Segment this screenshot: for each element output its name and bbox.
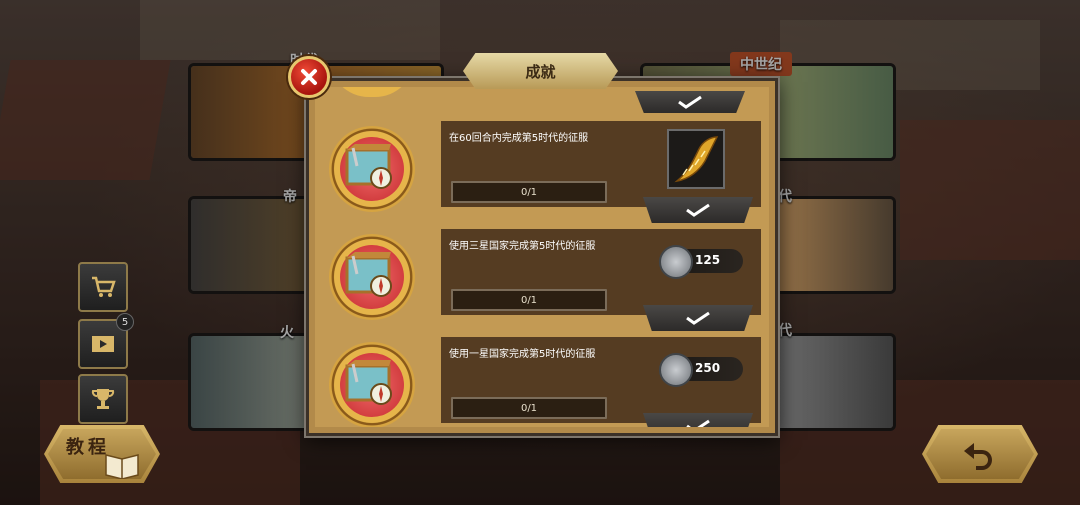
achievements-list[interactable]: 在60回合内完成第5时代的征服 0/1 使用三星国家完成第5时代的征服 0/1 … [315, 87, 769, 427]
film-icon [92, 336, 114, 352]
progress-bar: 0/1 [451, 289, 607, 311]
medal-currency-icon [659, 353, 693, 387]
achievement-row: 在60回合内完成第5时代的征服 0/1 [321, 121, 767, 223]
reward-value: 125 [695, 253, 721, 267]
claim-button[interactable] [643, 305, 753, 331]
reward-value: 250 [695, 361, 721, 375]
close-button[interactable] [288, 56, 330, 98]
reward-medal: 125 [659, 245, 743, 279]
achievement-medal [329, 126, 415, 212]
map-compass-icon [345, 360, 392, 405]
dialog-title: 成就 [525, 62, 556, 81]
achievement-desc: 使用三星国家完成第5时代的征服 [449, 241, 596, 252]
claim-button[interactable] [643, 413, 753, 427]
back-arrow-icon [964, 443, 992, 470]
map-compass-icon [345, 252, 392, 297]
achievement-row: 使用一星国家完成第5时代的征服 0/1 250 [321, 337, 767, 427]
cart-icon [92, 276, 116, 297]
trophy-button[interactable] [78, 374, 128, 424]
check-icon [686, 311, 710, 325]
back-button[interactable] [922, 425, 1038, 483]
claim-button[interactable] [643, 197, 753, 223]
trophy-icon [91, 389, 115, 409]
achievement-row: 使用三星国家完成第5时代的征服 0/1 125 [321, 229, 767, 331]
close-icon [301, 69, 317, 85]
medal-partial [329, 87, 415, 97]
claim-button-prev[interactable] [635, 91, 745, 113]
progress-bar: 0/1 [451, 181, 607, 203]
tutorial-button[interactable]: 教程 [44, 425, 160, 483]
progress-text: 0/1 [520, 294, 538, 306]
achievement-desc: 在60回合内完成第5时代的征服 [449, 133, 589, 144]
progress-text: 0/1 [520, 402, 538, 414]
video-count-badge: 5 [116, 313, 134, 331]
progress-bar: 0/1 [451, 397, 607, 419]
reward-medal: 250 [659, 353, 743, 387]
reward-item[interactable] [667, 129, 725, 189]
progress-text: 0/1 [520, 186, 538, 198]
check-icon [686, 419, 710, 427]
golden-dragon-icon [674, 136, 719, 183]
map-compass-icon [345, 144, 392, 189]
dialog-title-plate: 成就 [463, 53, 618, 89]
achievement-desc: 使用一星国家完成第5时代的征服 [449, 349, 596, 360]
shop-button[interactable] [78, 262, 128, 312]
book-icon [105, 454, 139, 479]
achievement-medal [329, 234, 415, 320]
check-icon [678, 95, 702, 109]
achievements-dialog: 在60回合内完成第5时代的征服 0/1 使用三星国家完成第5时代的征服 0/1 … [306, 78, 778, 436]
medal-currency-icon [659, 245, 693, 279]
check-icon [686, 203, 710, 217]
achievement-medal [329, 342, 415, 427]
